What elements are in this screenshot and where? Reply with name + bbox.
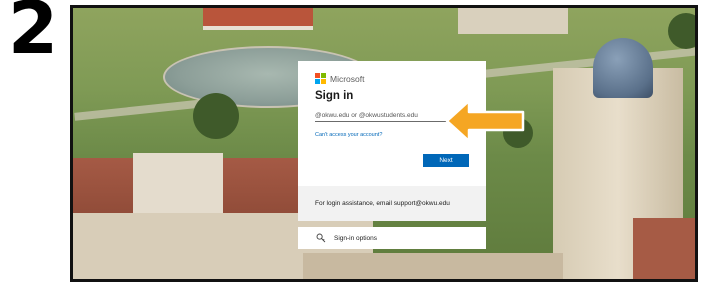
campus-building — [203, 8, 313, 30]
brand-name: Microsoft — [330, 73, 365, 84]
key-search-icon — [316, 233, 326, 243]
login-assistance-text: For login assistance, email support@okwu… — [315, 200, 450, 207]
campus-roof — [633, 218, 695, 279]
campus-tree — [193, 93, 239, 139]
campus-building — [458, 8, 568, 34]
campus-building — [133, 153, 223, 213]
signin-options-button[interactable]: Sign-in options — [298, 227, 486, 249]
campus-building — [303, 253, 563, 279]
campus-dome — [593, 38, 653, 98]
arrow-left-icon — [445, 99, 525, 143]
signin-options-label: Sign-in options — [334, 234, 377, 242]
campus-tree — [668, 13, 695, 49]
signin-screenshot: Microsoft Sign in Can't access your acco… — [70, 5, 698, 282]
microsoft-brand: Microsoft — [315, 73, 469, 84]
next-button[interactable]: Next — [423, 154, 469, 167]
step-number: 2 — [8, 0, 59, 70]
login-assistance-panel: For login assistance, email support@okwu… — [298, 186, 486, 221]
microsoft-logo-icon — [315, 73, 326, 84]
